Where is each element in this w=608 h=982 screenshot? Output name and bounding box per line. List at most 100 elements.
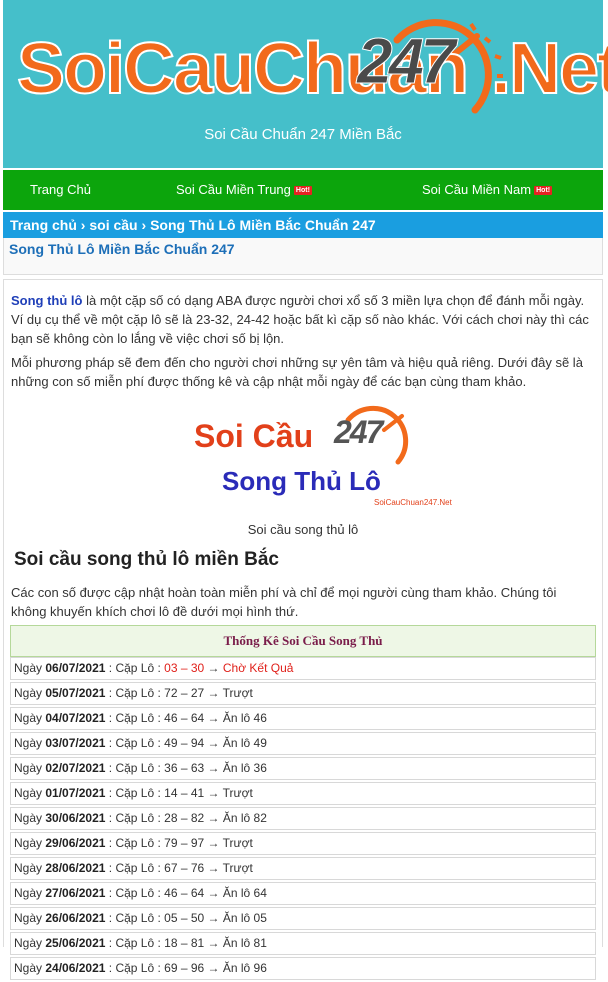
day-label: Ngày: [14, 811, 43, 825]
article-content: Song thủ lô là một cặp số có dạng ABA đư…: [3, 279, 603, 980]
intro-paragraph-1: Song thủ lô là một cặp số có dạng ABA đư…: [11, 291, 591, 348]
row-result: Ăn lô 64: [222, 886, 267, 900]
row-result: Trượt: [222, 861, 253, 875]
day-label: Ngày: [14, 936, 43, 950]
row-date: 26/06/2021: [45, 911, 106, 925]
table-row: Ngày 06/07/2021 : Cặp Lô : 03 – 30 → Chờ…: [10, 657, 596, 680]
row-result: Ăn lô 46: [222, 711, 267, 725]
table-row: Ngày 04/07/2021 : Cặp Lô : 46 – 64 → Ăn …: [10, 707, 596, 730]
nav-label: Soi Cầu Miền Trung: [176, 182, 291, 197]
row-pair: 14 – 41: [164, 786, 205, 800]
day-label: Ngày: [14, 836, 43, 850]
row-pair: 36 – 63: [164, 761, 205, 775]
section-description: Các con số được cập nhật hoàn toàn miễn …: [11, 585, 557, 619]
intro-text: là một cặp số có dạng ABA được người chơ…: [11, 293, 589, 346]
row-result: Ăn lô 96: [222, 961, 267, 975]
image-watermark: SoiCauChuan247.Net: [374, 498, 452, 507]
site-header: SoiCauChuan 247 .Net Soi Cầu Chuẩn 247 M…: [3, 0, 608, 168]
row-date: 24/06/2021: [45, 961, 106, 975]
day-label: Ngày: [14, 861, 43, 875]
row-result: Trượt: [222, 836, 253, 850]
row-date: 04/07/2021: [45, 711, 106, 725]
row-pair: 46 – 64: [164, 711, 205, 725]
row-date: 29/06/2021: [45, 836, 106, 850]
row-date: 27/06/2021: [45, 886, 106, 900]
row-pair: 05 – 50: [164, 911, 205, 925]
logo-number: 247: [357, 25, 457, 98]
row-pair: 28 – 82: [164, 811, 205, 825]
row-date: 05/07/2021: [45, 686, 106, 700]
main-nav: Trang Chủ Soi Cầu Miền Trung Hot! Soi Cầu…: [3, 170, 603, 210]
row-pair: 72 – 27: [164, 686, 205, 700]
day-label: Ngày: [14, 886, 43, 900]
row-result: Ăn lô 82: [222, 811, 267, 825]
breadcrumb: Trang chủ › soi cầu › Song Thủ Lô Miền B…: [3, 212, 603, 238]
site-logo[interactable]: SoiCauChuan 247 .Net: [16, 6, 608, 118]
breadcrumb-section[interactable]: soi cầu: [89, 217, 137, 233]
breadcrumb-separator: ›: [80, 217, 86, 233]
row-date: 03/07/2021: [45, 736, 106, 750]
nav-item-home[interactable]: Trang Chủ: [30, 182, 91, 197]
image-text-number: 247: [334, 414, 383, 450]
pair-label: Cặp Lô: [115, 886, 155, 900]
table-row: Ngày 03/07/2021 : Cặp Lô : 49 – 94 → Ăn …: [10, 732, 596, 755]
table-row: Ngày 02/07/2021 : Cặp Lô : 36 – 63 → Ăn …: [10, 757, 596, 780]
table-row: Ngày 24/06/2021 : Cặp Lô : 69 – 96 → Ăn …: [10, 957, 596, 980]
page-title-box: Song Thủ Lô Miền Bắc Chuẩn 247: [3, 238, 603, 275]
day-label: Ngày: [14, 761, 43, 775]
day-label: Ngày: [14, 736, 43, 750]
row-pair: 79 – 97: [164, 836, 205, 850]
breadcrumb-separator: ›: [141, 217, 147, 233]
table-row: Ngày 30/06/2021 : Cặp Lô : 28 – 82 → Ăn …: [10, 807, 596, 830]
nav-label: Trang Chủ: [30, 182, 91, 197]
row-pair: 46 – 64: [164, 886, 205, 900]
nav-item-mien-trung[interactable]: Soi Cầu Miền Trung Hot!: [176, 182, 312, 197]
breadcrumb-current: Song Thủ Lô Miền Bắc Chuẩn 247: [150, 217, 376, 233]
table-row: Ngày 29/06/2021 : Cặp Lô : 79 – 97 → Trư…: [10, 832, 596, 855]
table-row: Ngày 26/06/2021 : Cặp Lô : 05 – 50 → Ăn …: [10, 907, 596, 930]
row-result: Trượt: [222, 686, 253, 700]
page-title: Song Thủ Lô Miền Bắc Chuẩn 247: [9, 241, 235, 257]
pair-label: Cặp Lô: [115, 761, 155, 775]
row-result: Trượt: [222, 786, 253, 800]
row-result: Chờ Kết Quả: [222, 661, 294, 675]
row-date: 02/07/2021: [45, 761, 106, 775]
intro-paragraph-2: Mỗi phương pháp sẽ đem đến cho người chơ…: [11, 355, 583, 389]
row-date: 25/06/2021: [45, 936, 106, 950]
row-pair: 69 – 96: [164, 961, 205, 975]
table-row: Ngày 28/06/2021 : Cặp Lô : 67 – 76 → Trư…: [10, 857, 596, 880]
table-row: Ngày 05/07/2021 : Cặp Lô : 72 – 27 → Trư…: [10, 682, 596, 705]
row-date: 30/06/2021: [45, 811, 106, 825]
stats-table: Ngày 06/07/2021 : Cặp Lô : 03 – 30 → Chờ…: [10, 657, 596, 982]
row-result: Ăn lô 36: [222, 761, 267, 775]
row-pair: 03 – 30: [164, 661, 205, 675]
pair-label: Cặp Lô: [115, 786, 155, 800]
row-date: 01/07/2021: [45, 786, 106, 800]
site-tagline: Soi Cầu Chuẩn 247 Miền Bắc: [204, 126, 402, 143]
logo-domain: .Net: [490, 28, 608, 110]
day-label: Ngày: [14, 961, 43, 975]
row-date: 28/06/2021: [45, 861, 106, 875]
pair-label: Cặp Lô: [115, 811, 155, 825]
row-result: Ăn lô 49: [222, 736, 267, 750]
day-label: Ngày: [14, 661, 43, 675]
image-caption: Soi cầu song thủ lô: [247, 522, 359, 537]
pair-label: Cặp Lô: [115, 836, 155, 850]
day-label: Ngày: [14, 911, 43, 925]
pair-label: Cặp Lô: [115, 661, 155, 675]
hot-badge: Hot!: [534, 186, 553, 195]
row-result: Ăn lô 05: [222, 911, 267, 925]
row-date: 06/07/2021: [45, 661, 106, 675]
breadcrumb-home[interactable]: Trang chủ: [3, 217, 77, 233]
day-label: Ngày: [14, 711, 43, 725]
row-pair: 18 – 81: [164, 936, 205, 950]
image-text-soi-cau: Soi Cầu: [194, 418, 314, 454]
nav-label: Soi Cầu Miền Nam: [422, 182, 532, 197]
day-label: Ngày: [14, 686, 43, 700]
nav-item-mien-nam[interactable]: Soi Cầu Miền Nam Hot!: [422, 182, 553, 197]
row-result: Ăn lô 81: [222, 936, 267, 950]
keyword-link[interactable]: Song thủ lô: [11, 293, 82, 308]
image-text-song-thu-lo: Song Thủ Lô: [222, 466, 381, 496]
day-label: Ngày: [14, 786, 43, 800]
hot-badge: Hot!: [293, 186, 312, 195]
